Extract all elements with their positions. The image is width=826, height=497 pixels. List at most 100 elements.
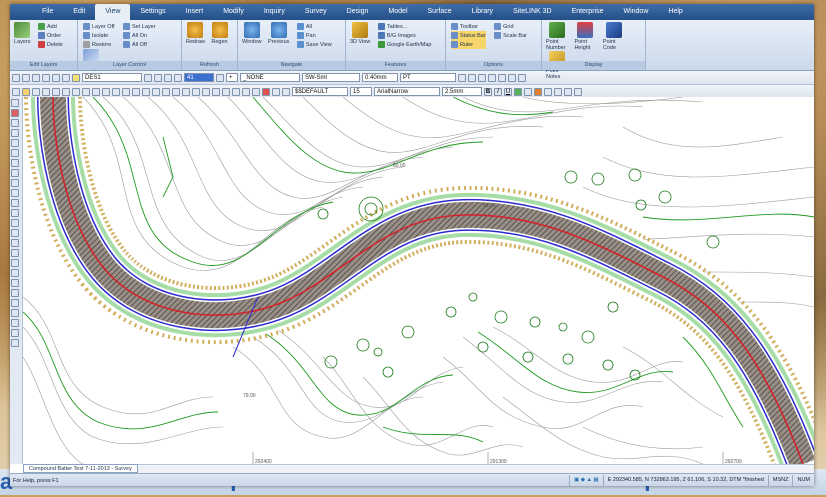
tool-icon[interactable] <box>52 73 60 82</box>
menu-item-settings[interactable]: Settings <box>130 4 175 20</box>
drawing-canvas[interactable]: 292400 291300 292700 80.00 89.00 79.00 <box>23 97 814 464</box>
previous-button[interactable]: Previous <box>268 22 289 45</box>
tool-icon[interactable] <box>564 87 572 96</box>
tool-icon[interactable] <box>232 87 240 96</box>
underline-button[interactable]: U <box>504 87 512 96</box>
scale-bar-toggle[interactable]: Scale Bar <box>494 31 527 40</box>
menu-item-survey[interactable]: Survey <box>295 4 337 20</box>
symbol-combo[interactable]: + <box>226 73 238 82</box>
3d-view-button[interactable]: 3D View <box>350 22 370 45</box>
delete-button[interactable]: Delete <box>37 40 63 49</box>
add-layer-button[interactable]: Add <box>37 22 63 31</box>
draw-tool-icon[interactable] <box>11 129 19 137</box>
menu-item-modify[interactable]: Modify <box>213 4 254 20</box>
draw-tool-icon[interactable] <box>11 119 19 127</box>
tool-icon[interactable] <box>132 87 140 96</box>
draw-tool-icon[interactable] <box>11 239 19 247</box>
italic-button[interactable]: I <box>494 87 502 96</box>
layers-button[interactable]: Layers <box>14 22 31 45</box>
new-icon[interactable] <box>12 87 20 96</box>
tool-icon[interactable] <box>62 87 70 96</box>
select-tool-icon[interactable] <box>11 99 19 107</box>
tool-icon[interactable] <box>242 87 250 96</box>
draw-tool-icon[interactable] <box>11 249 19 257</box>
tool-icon[interactable] <box>498 73 506 82</box>
restore-button[interactable]: Restore <box>83 40 115 49</box>
draw-tool-icon[interactable] <box>11 279 19 287</box>
draw-tool-icon[interactable] <box>11 309 19 317</box>
zoom-icon[interactable] <box>212 87 220 96</box>
draw-tool-icon[interactable] <box>11 159 19 167</box>
bulb-icon[interactable] <box>72 73 80 82</box>
all-off-button[interactable]: All Off <box>122 40 156 49</box>
zoom-icon[interactable] <box>182 87 190 96</box>
window-button[interactable]: Window <box>242 22 262 45</box>
zoom-icon[interactable] <box>162 87 170 96</box>
tool-icon[interactable] <box>508 73 516 82</box>
font-combo[interactable]: ArialNarrow <box>374 87 440 96</box>
draw-tool-icon[interactable] <box>11 169 19 177</box>
tool-icon[interactable] <box>174 73 182 82</box>
tool-icon[interactable] <box>518 73 526 82</box>
all-on-button[interactable]: All On <box>122 31 156 40</box>
plan-drawing[interactable]: 292400 291300 292700 80.00 89.00 79.00 <box>23 97 814 464</box>
zoom-all-button[interactable]: All <box>296 22 332 31</box>
draw-tool-icon[interactable] <box>11 319 19 327</box>
menu-item-model[interactable]: Model <box>378 4 417 20</box>
zoom-icon[interactable] <box>172 87 180 96</box>
menu-item-library[interactable]: Library <box>462 4 503 20</box>
menu-item-help[interactable]: Help <box>658 4 692 20</box>
draw-tool-icon[interactable] <box>11 329 19 337</box>
tool-icon[interactable] <box>282 87 290 96</box>
tool-icon[interactable] <box>478 73 486 82</box>
tool-icon[interactable] <box>574 87 582 96</box>
tool-icon[interactable] <box>272 87 280 96</box>
tool-icon[interactable] <box>122 87 130 96</box>
draw-tool-icon[interactable] <box>11 199 19 207</box>
tool-icon[interactable] <box>514 87 522 96</box>
draw-tool-icon[interactable] <box>11 299 19 307</box>
print-icon[interactable] <box>42 87 50 96</box>
tool-icon[interactable] <box>144 73 152 82</box>
tool-icon[interactable] <box>468 73 476 82</box>
redraw-button[interactable]: Redraw <box>186 22 205 45</box>
tool-icon[interactable] <box>32 73 40 82</box>
text-height-combo[interactable]: 2.5mm <box>442 87 482 96</box>
toolbar-toggle[interactable]: Toolbar <box>451 22 486 31</box>
tool-icon[interactable] <box>534 87 542 96</box>
layer-off-button[interactable]: Layer Off <box>83 22 115 31</box>
tool-icon[interactable] <box>12 73 20 82</box>
menu-item-window[interactable]: Window <box>613 4 658 20</box>
zoom-icon[interactable] <box>192 87 200 96</box>
save-icon[interactable] <box>32 87 40 96</box>
menu-item-edit[interactable]: Edit <box>63 4 95 20</box>
point-height-button[interactable]: Point Height <box>574 22 596 51</box>
set-layer-button[interactable]: Set Layer <box>122 22 156 31</box>
tool-icon[interactable] <box>52 87 60 96</box>
save-view-button[interactable]: Save View <box>296 40 332 49</box>
pan-button[interactable]: Pan <box>296 31 332 40</box>
layer-combo[interactable]: DES1 <box>82 73 142 82</box>
tool-icon[interactable] <box>82 87 90 96</box>
zoom-icon[interactable] <box>152 87 160 96</box>
bold-button[interactable]: B <box>484 87 492 96</box>
tool-icon[interactable] <box>554 87 562 96</box>
draw-tool-icon[interactable] <box>11 179 19 187</box>
text-size-combo[interactable]: 15 <box>350 87 372 96</box>
menu-item-file[interactable]: File <box>32 4 63 20</box>
tool-icon[interactable] <box>154 73 162 82</box>
ruler-toggle[interactable]: Ruler <box>451 40 486 49</box>
order-button[interactable]: Order <box>37 31 63 40</box>
tool-icon[interactable] <box>544 87 552 96</box>
color-number-combo[interactable]: 41 <box>184 73 214 82</box>
cut-icon[interactable] <box>92 87 100 96</box>
tool-icon[interactable] <box>252 87 260 96</box>
menu-item-design[interactable]: Design <box>337 4 379 20</box>
menu-item-enterprise[interactable]: Enterprise <box>562 4 614 20</box>
tool-icon[interactable] <box>458 73 466 82</box>
bg-images-button[interactable]: B/G Images <box>377 31 432 40</box>
tool-icon[interactable] <box>22 73 30 82</box>
draw-tool-icon[interactable] <box>11 139 19 147</box>
menu-item-view[interactable]: View <box>95 4 131 20</box>
draw-tool-icon[interactable] <box>11 259 19 267</box>
